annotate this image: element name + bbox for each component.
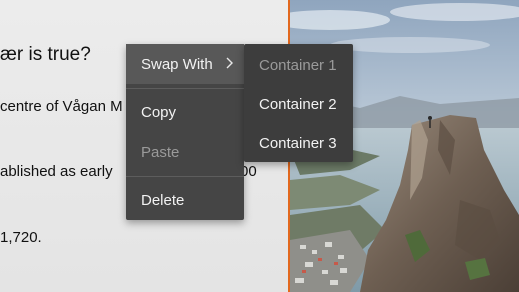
menu-separator bbox=[126, 176, 244, 177]
context-menu: Swap With Copy Paste Delete bbox=[126, 44, 244, 220]
submenu-item-container-1: Container 1 bbox=[244, 45, 353, 85]
text-line-1: centre of Vågan M bbox=[0, 98, 123, 115]
submenu-item-container-2[interactable]: Container 2 bbox=[244, 84, 353, 124]
paste-menu-item: Paste bbox=[126, 132, 244, 172]
submenu-item-label: Container 3 bbox=[259, 134, 337, 152]
question-text: ær is true? bbox=[0, 44, 91, 65]
delete-label: Delete bbox=[141, 191, 185, 209]
copy-label: Copy bbox=[141, 103, 177, 121]
submenu-item-label: Container 2 bbox=[259, 95, 337, 113]
text-line-3: 1,720. bbox=[0, 229, 42, 246]
swap-with-submenu: Container 1 Container 2 Container 3 bbox=[244, 44, 353, 162]
menu-separator bbox=[126, 88, 244, 89]
copy-menu-item[interactable]: Copy bbox=[126, 92, 244, 132]
submenu-item-container-3[interactable]: Container 3 bbox=[244, 123, 353, 163]
text-line-2: ablished as early bbox=[0, 163, 113, 180]
delete-menu-item[interactable]: Delete bbox=[126, 180, 244, 220]
swap-with-menu-item[interactable]: Swap With bbox=[126, 44, 244, 84]
paste-label: Paste bbox=[141, 143, 180, 161]
submenu-item-label: Container 1 bbox=[259, 56, 337, 74]
chevron-right-icon bbox=[226, 57, 233, 69]
swap-with-label: Swap With bbox=[141, 55, 213, 73]
